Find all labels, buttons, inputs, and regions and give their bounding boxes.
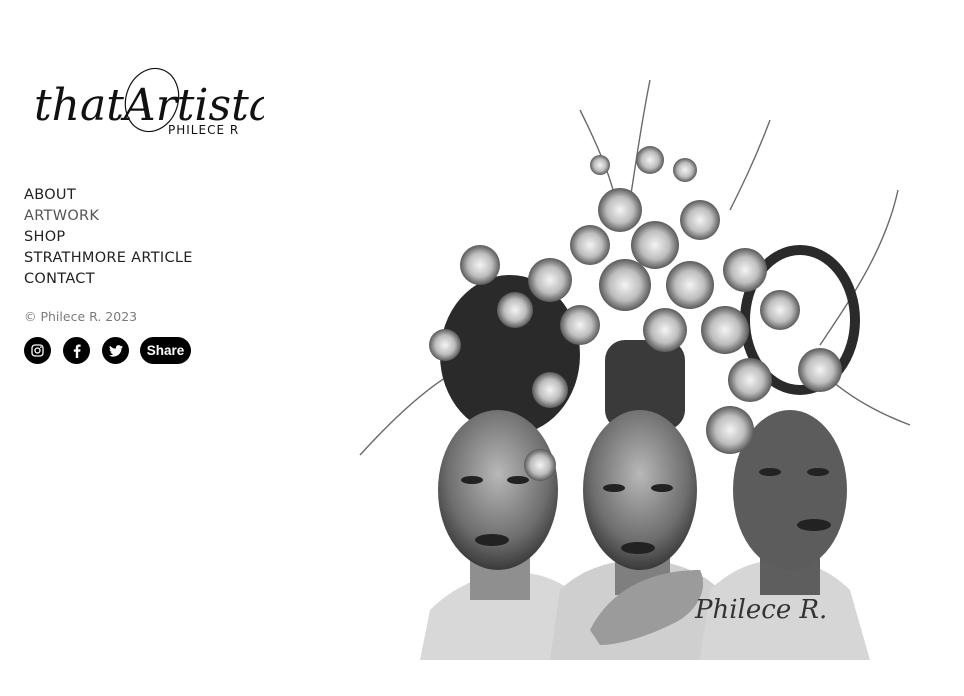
logo-sub-text: PHILECE R [168, 123, 239, 137]
nav-about[interactable]: ABOUT [24, 185, 193, 206]
facebook-icon[interactable] [63, 337, 90, 364]
featured-artwork[interactable]: Philece R. [350, 70, 920, 660]
main-nav: ABOUT ARTWORK SHOP STRATHMORE ARTICLE CO… [24, 185, 193, 290]
instagram-icon[interactable] [24, 337, 51, 364]
share-button[interactable]: Share [140, 337, 191, 364]
nav-contact[interactable]: CONTACT [24, 269, 193, 290]
site-logo[interactable]: thatArtista PHILECE R [32, 62, 264, 140]
nav-shop[interactable]: SHOP [24, 227, 193, 248]
nav-strathmore-article[interactable]: STRATHMORE ARTICLE [24, 248, 193, 269]
copyright-text: © Philece R. 2023 [24, 309, 138, 324]
artwork-illustration: Philece R. [359, 79, 911, 660]
nav-artwork[interactable]: ARTWORK [24, 206, 193, 227]
artwork-signature: Philece R. [694, 595, 827, 625]
twitter-icon[interactable] [102, 337, 129, 364]
